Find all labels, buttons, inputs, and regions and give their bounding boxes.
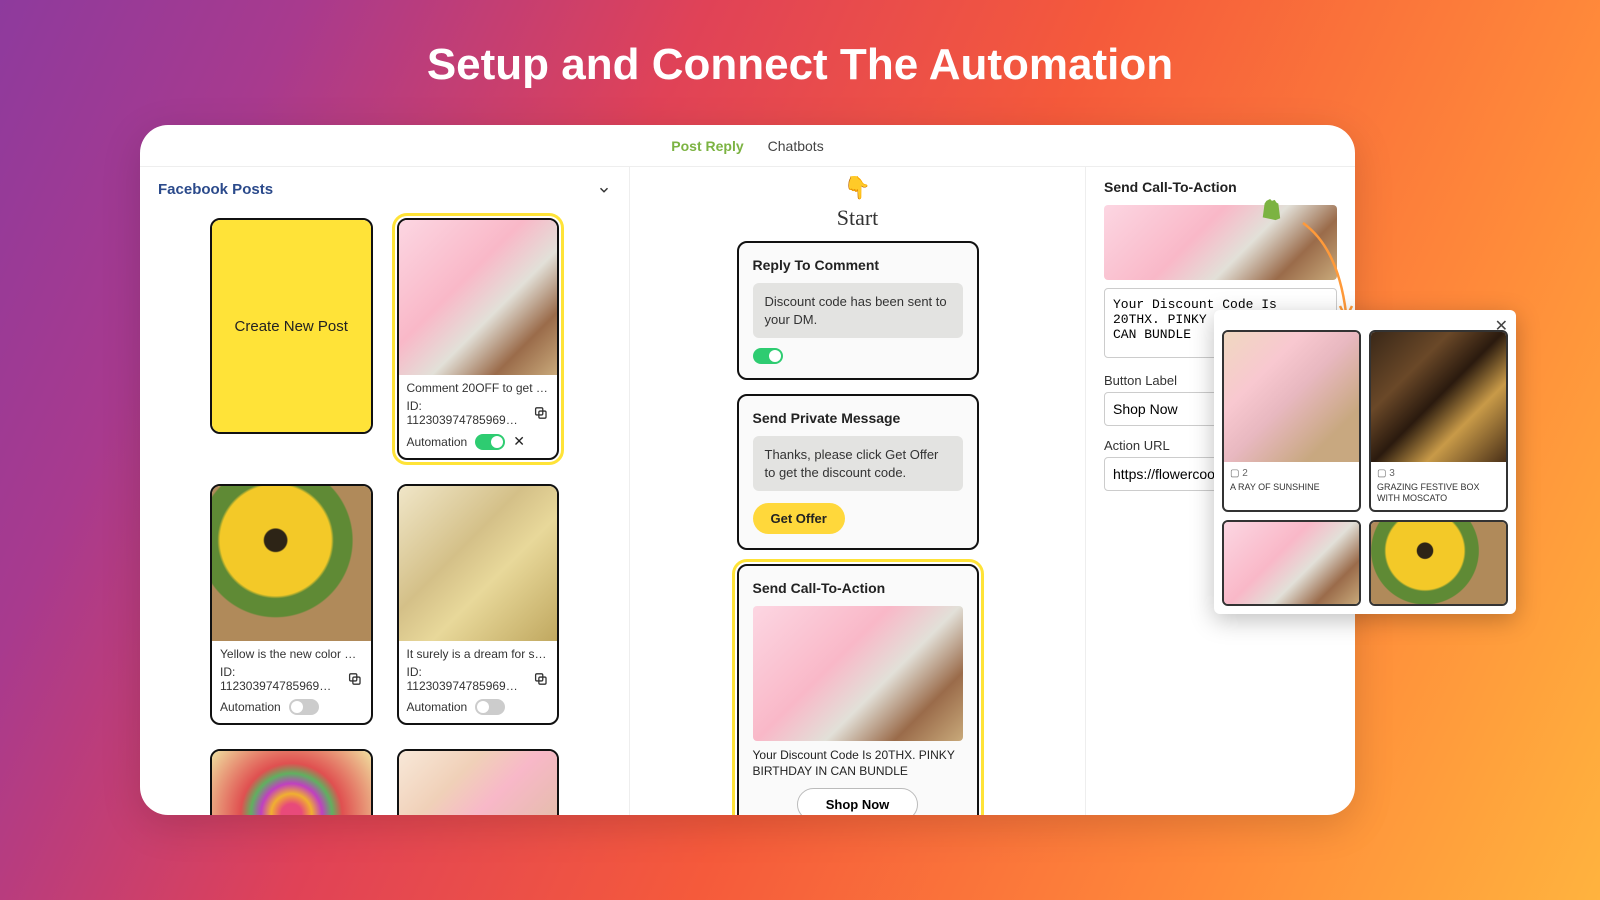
post-description: Yellow is the new color of lov… bbox=[220, 647, 363, 661]
post-card[interactable] bbox=[210, 749, 373, 815]
post-card[interactable]: It surely is a dream for som… ID: 112303… bbox=[397, 484, 560, 725]
product-card[interactable] bbox=[1222, 520, 1361, 606]
tabs-top: Post Reply Chatbots bbox=[140, 125, 1355, 167]
right-title: Send Call-To-Action bbox=[1104, 179, 1337, 195]
product-name: A RAY OF SUNSHINE bbox=[1230, 482, 1353, 493]
automation-label: Automation bbox=[407, 435, 468, 449]
post-image bbox=[212, 486, 371, 641]
step-send-cta[interactable]: Send Call-To-Action Your Discount Code I… bbox=[737, 564, 979, 815]
middle-column: 👇 Start Reply To Comment Discount code h… bbox=[630, 167, 1085, 815]
shop-now-button[interactable]: Shop Now bbox=[797, 788, 919, 815]
product-number: ▢ 3 bbox=[1377, 468, 1500, 480]
product-number: ▢ 2 bbox=[1230, 468, 1353, 480]
copy-icon[interactable] bbox=[347, 671, 363, 687]
facebook-posts-label: Facebook Posts bbox=[158, 181, 273, 198]
product-name: GRAZING FESTIVE BOX WITH MOSCATO bbox=[1377, 482, 1500, 504]
shopify-icon bbox=[1260, 198, 1282, 222]
post-description: Comment 20OFF to get the … bbox=[407, 381, 550, 395]
post-image bbox=[399, 751, 558, 815]
point-down-icon: 👇 bbox=[844, 175, 871, 201]
right-image[interactable] bbox=[1104, 205, 1337, 280]
close-icon[interactable]: ✕ bbox=[513, 433, 525, 450]
automation-label: Automation bbox=[407, 700, 468, 714]
product-card[interactable] bbox=[1369, 520, 1508, 606]
facebook-posts-header[interactable]: Facebook Posts bbox=[140, 167, 629, 204]
left-column: Facebook Posts Create New Post Comment 2… bbox=[140, 167, 630, 815]
product-image bbox=[1371, 332, 1506, 462]
step-title: Send Call-To-Action bbox=[753, 580, 963, 596]
post-id: ID: 112303974785969… bbox=[220, 665, 347, 693]
cta-message: Your Discount Code Is 20THX. PINKY BIRTH… bbox=[753, 747, 963, 779]
post-card[interactable] bbox=[397, 749, 560, 815]
start-label: Start bbox=[837, 205, 879, 231]
automation-label: Automation bbox=[220, 700, 281, 714]
post-image bbox=[399, 220, 558, 375]
post-id: ID: 112303974785969… bbox=[407, 399, 534, 427]
post-image bbox=[399, 486, 558, 641]
post-card[interactable]: Comment 20OFF to get the … ID: 112303974… bbox=[397, 218, 560, 460]
cta-image bbox=[753, 606, 963, 741]
automation-toggle[interactable] bbox=[475, 434, 505, 450]
copy-icon[interactable] bbox=[533, 405, 549, 421]
close-icon[interactable]: ✕ bbox=[1495, 316, 1508, 336]
post-description: It surely is a dream for som… bbox=[407, 647, 550, 661]
product-picker-popover: ✕ ▢ 2 A RAY OF SUNSHINE ▢ 3 GRAZING FEST… bbox=[1214, 310, 1516, 614]
pm-bubble: Thanks, please click Get Offer to get th… bbox=[753, 436, 963, 491]
app-window: Post Reply Chatbots Facebook Posts Creat… bbox=[140, 125, 1355, 815]
reply-toggle[interactable] bbox=[753, 348, 783, 364]
chevron-down-icon bbox=[597, 183, 611, 197]
product-image bbox=[1224, 332, 1359, 462]
post-image bbox=[212, 751, 371, 815]
product-image bbox=[1224, 522, 1359, 604]
tab-post-reply[interactable]: Post Reply bbox=[671, 134, 743, 158]
reply-bubble: Discount code has been sent to your DM. bbox=[753, 283, 963, 338]
create-new-post-label: Create New Post bbox=[212, 220, 371, 432]
get-offer-button[interactable]: Get Offer bbox=[753, 503, 845, 534]
tab-chatbots[interactable]: Chatbots bbox=[768, 134, 824, 158]
automation-toggle[interactable] bbox=[475, 699, 505, 715]
automation-toggle[interactable] bbox=[289, 699, 319, 715]
create-new-post-card[interactable]: Create New Post bbox=[210, 218, 373, 434]
post-id: ID: 112303974785969… bbox=[407, 665, 534, 693]
step-title: Send Private Message bbox=[753, 410, 963, 426]
post-card[interactable]: Yellow is the new color of lov… ID: 1123… bbox=[210, 484, 373, 725]
step-reply-to-comment[interactable]: Reply To Comment Discount code has been … bbox=[737, 241, 979, 380]
step-send-private-message[interactable]: Send Private Message Thanks, please clic… bbox=[737, 394, 979, 550]
page-title: Setup and Connect The Automation bbox=[0, 40, 1600, 90]
product-card[interactable]: ▢ 3 GRAZING FESTIVE BOX WITH MOSCATO bbox=[1369, 330, 1508, 512]
product-image bbox=[1371, 522, 1506, 604]
product-card[interactable]: ▢ 2 A RAY OF SUNSHINE bbox=[1222, 330, 1361, 512]
step-title: Reply To Comment bbox=[753, 257, 963, 273]
copy-icon[interactable] bbox=[533, 671, 549, 687]
